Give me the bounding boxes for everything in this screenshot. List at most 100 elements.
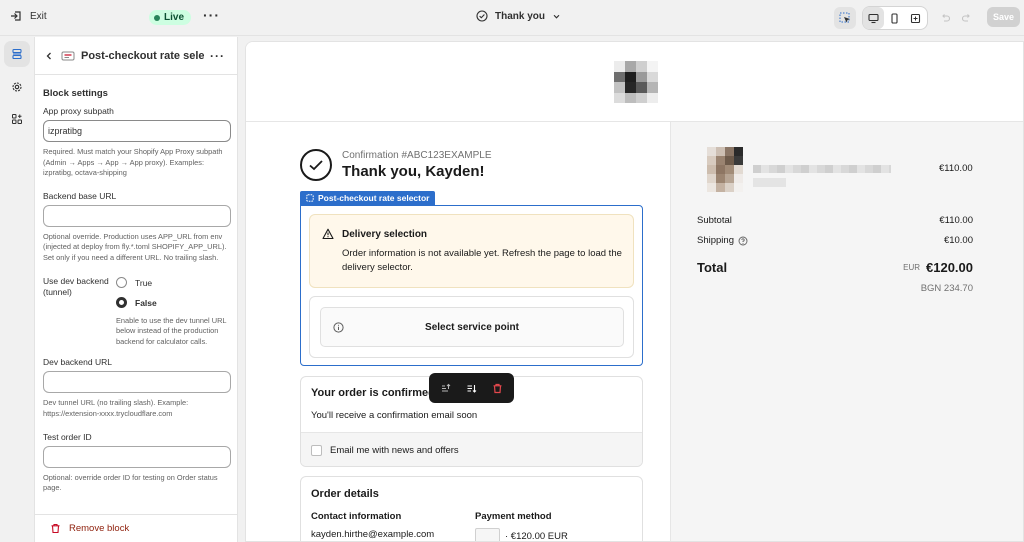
delete-block-icon[interactable]	[492, 383, 503, 394]
sections-nav-button[interactable]	[4, 41, 30, 67]
newsletter-checkbox-row[interactable]: Email me with news and offers	[301, 432, 642, 466]
checkmark-circle-icon	[300, 149, 332, 181]
radio-false-control[interactable]	[116, 297, 127, 309]
test-order-label: Test order ID	[43, 431, 92, 442]
test-order-input[interactable]	[43, 445, 231, 468]
item-price: €110.00	[939, 163, 973, 174]
contact-info-label: Contact information	[311, 511, 402, 522]
warning-title: Delivery selection	[342, 229, 428, 240]
select-service-point-label: Select service point	[425, 321, 519, 333]
app-proxy-label: App proxy subpath	[43, 106, 114, 116]
page-selector[interactable]: Thank you	[476, 10, 561, 22]
save-button[interactable]: Save	[987, 7, 1020, 27]
remove-block-button[interactable]: Remove block	[35, 514, 237, 542]
radio-false-label: False	[135, 297, 157, 308]
more-actions-icon[interactable]: ···	[203, 7, 220, 23]
gear-icon	[12, 82, 22, 92]
top-bar: Exit Live ··· Thank you Save	[0, 0, 1024, 36]
exit-button[interactable]: Exit	[10, 10, 47, 22]
section-title: Block settings	[43, 88, 108, 99]
warning-text: Order information is not available yet. …	[342, 248, 622, 273]
shipping-label: Shipping	[697, 235, 734, 246]
subtotal-row: Subtotal €110.00	[697, 215, 973, 226]
backend-url-input[interactable]	[43, 204, 231, 227]
service-point-container: Select service point	[309, 296, 634, 358]
test-order-help: Optional: override order ID for testing …	[43, 472, 218, 493]
remove-block-label: Remove block	[69, 523, 130, 534]
warning-icon	[322, 228, 334, 240]
total-amount-group: EUR €120.00	[903, 260, 973, 275]
product-title-blurred	[753, 165, 891, 173]
product-thumbnail	[707, 147, 743, 192]
chevron-down-icon	[553, 14, 560, 19]
dev-backend-options: True False Enable to use the dev tunnel …	[116, 276, 229, 348]
subtotal-value: €110.00	[939, 215, 973, 226]
apps-icon	[12, 114, 22, 124]
check-circle-icon	[476, 10, 488, 22]
redo-icon[interactable]	[956, 7, 978, 29]
live-label: Live	[164, 12, 185, 23]
total-row: Total EUR €120.00	[697, 260, 973, 275]
thank-you-heading: Thank you, Kayden!	[342, 163, 485, 180]
block-select-icon	[306, 194, 314, 202]
order-details-card: Order details Contact information kayden…	[300, 476, 643, 542]
backend-url-label: Backend base URL	[43, 190, 117, 201]
radio-true-label: True	[135, 277, 153, 288]
store-logo	[614, 61, 658, 103]
block-floating-toolbar	[429, 373, 514, 403]
block-tag[interactable]: Post-checkout rate selector	[300, 191, 436, 205]
radio-true-control[interactable]	[116, 277, 127, 289]
contact-email: kayden.hirthe@example.com	[311, 529, 435, 540]
order-details-title: Order details	[311, 488, 379, 500]
confirmation-number: Confirmation #ABC123EXAMPLE	[342, 150, 492, 161]
total-currency: EUR	[903, 263, 920, 272]
inspector-button[interactable]	[834, 7, 856, 29]
panel-title: Post-checkout rate select	[81, 49, 204, 62]
left-rail	[0, 36, 33, 542]
panel-header: Post-checkout rate select ···	[35, 37, 237, 75]
alternate-currency-total: BGN 234.70	[920, 283, 973, 294]
apps-nav-button[interactable]	[4, 106, 30, 132]
move-up-icon[interactable]	[440, 383, 451, 394]
mobile-view-button[interactable]	[884, 7, 905, 29]
radio-false[interactable]: False	[116, 296, 229, 310]
status-dot-icon	[154, 14, 160, 21]
chevron-left-icon[interactable]	[43, 50, 55, 62]
card-icon	[475, 528, 500, 541]
undo-icon[interactable]	[934, 7, 956, 29]
desktop-view-button[interactable]	[863, 7, 884, 29]
subtotal-label: Subtotal	[697, 215, 732, 226]
confirmation-text: Confirmation #ABC123EXAMPLE Thank you, K…	[342, 150, 492, 180]
dev-backend-group: Use dev backend (tunnel) True False Enab…	[43, 276, 229, 348]
settings-nav-button[interactable]	[4, 74, 30, 100]
dev-backend-url-input[interactable]	[43, 371, 231, 394]
mobile-icon	[891, 12, 898, 24]
order-confirmed-title: Your order is confirmed	[311, 387, 435, 399]
total-value: €120.00	[926, 260, 973, 275]
confirmation-header: Confirmation #ABC123EXAMPLE Thank you, K…	[300, 149, 492, 181]
app-proxy-input[interactable]: izpratibg	[43, 120, 231, 142]
newsletter-checkbox[interactable]	[311, 444, 322, 456]
product-variant-blurred	[753, 178, 786, 187]
trash-icon	[51, 523, 60, 534]
exit-label: Exit	[30, 10, 47, 22]
dev-backend-url-help: Dev tunnel URL (no trailing slash). Exam…	[43, 398, 189, 418]
fullscreen-view-button[interactable]	[905, 7, 926, 29]
help-icon[interactable]	[738, 236, 748, 246]
panel-more-icon[interactable]: ···	[210, 49, 225, 63]
select-service-point-button[interactable]: Select service point	[320, 307, 624, 347]
app-proxy-help: Required. Must match your Shopify App Pr…	[43, 147, 223, 178]
total-label: Total	[697, 260, 728, 275]
move-down-icon[interactable]	[466, 383, 477, 394]
store-header	[246, 42, 1023, 122]
info-icon	[333, 322, 344, 333]
shipping-label-group: Shipping	[697, 235, 748, 246]
block-tag-label: Post-checkout rate selector	[318, 193, 430, 203]
radio-true[interactable]: True	[116, 276, 229, 290]
exit-icon	[11, 11, 21, 21]
preview-canvas: Confirmation #ABC123EXAMPLE Thank you, K…	[245, 41, 1024, 542]
backend-url-help: Optional override. Production uses APP_U…	[43, 231, 227, 262]
order-confirmed-text: You'll receive a confirmation email soon	[311, 410, 478, 421]
payment-amount: · €120.00 EUR	[505, 530, 568, 542]
dev-backend-label: Use dev backend (tunnel)	[43, 275, 109, 297]
